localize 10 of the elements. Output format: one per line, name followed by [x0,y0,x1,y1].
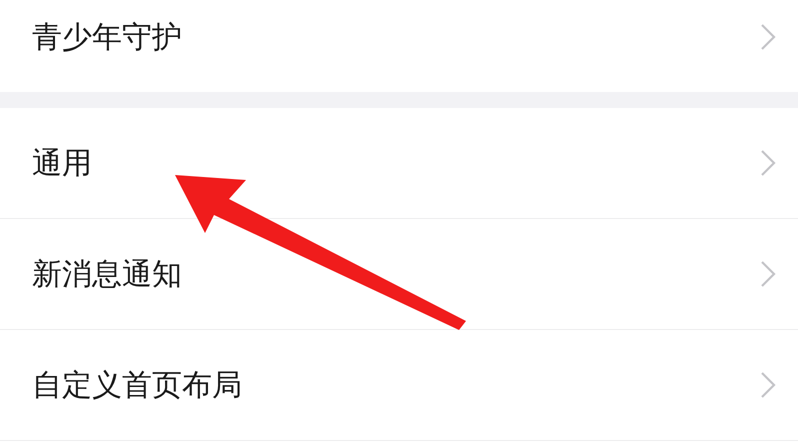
settings-item[interactable]: 青少年守护 [0,0,798,92]
item-label: 青少年守护 [32,18,182,56]
item-label: 自定义首页布局 [32,366,242,404]
chevron-right-icon [760,260,776,288]
item-label: 新消息通知 [32,256,182,294]
chevron-right-icon [760,23,776,51]
chevron-right-icon [760,371,776,399]
settings-item[interactable]: 自定义首页布局 [0,330,798,441]
chevron-right-icon [760,149,776,177]
item-label: 通用 [32,144,92,182]
